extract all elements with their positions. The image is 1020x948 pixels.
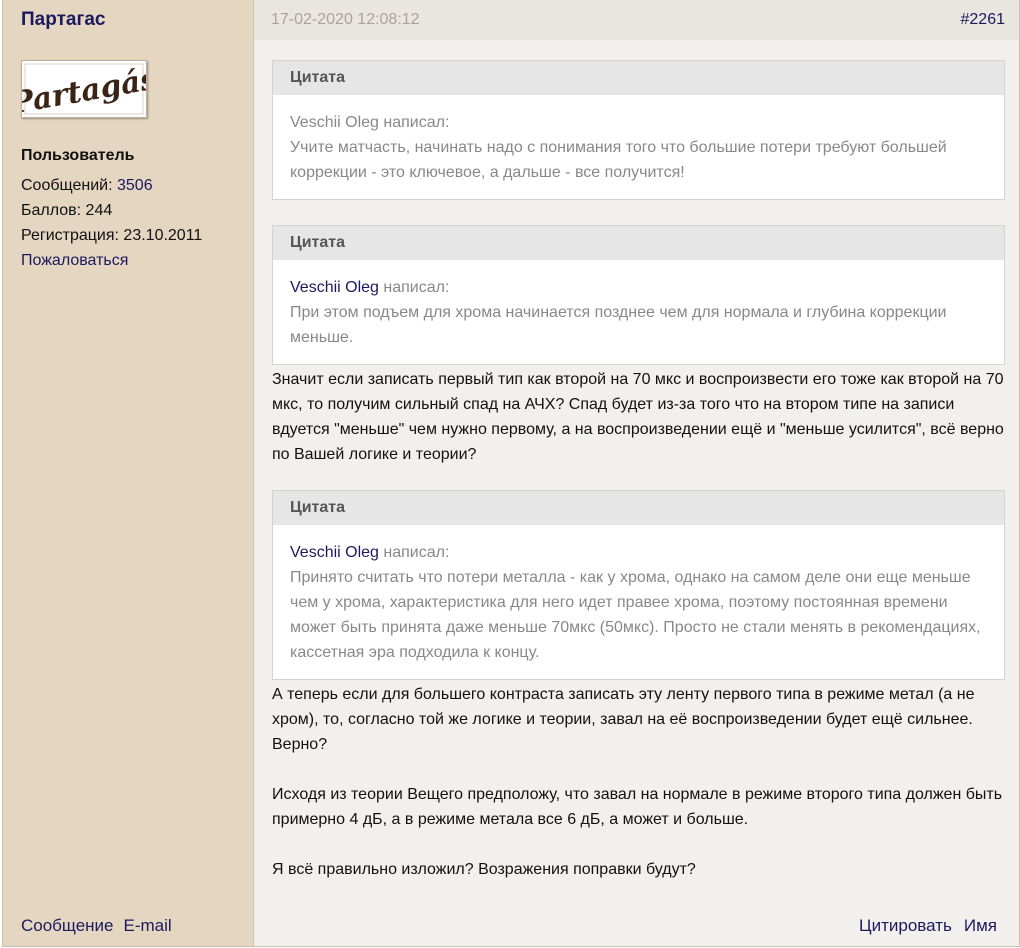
author-name-link[interactable]: Партагас <box>21 9 106 31</box>
post-date: 17-02-2020 12:08:12 <box>271 11 420 28</box>
quote-author: Veschii Oleg <box>290 114 379 131</box>
registration-line: Регистрация: 23.10.2011 <box>21 227 203 244</box>
forum-post: Партагас Partagás Пользователь Сообщений… <box>2 0 1020 947</box>
quote-wrote: написал: <box>378 114 450 131</box>
quote-body: Veschii Oleg написал: Учите матчасть, на… <box>273 95 1004 185</box>
report-link[interactable]: Пожаловаться <box>21 252 128 269</box>
message-link[interactable]: Сообщение <box>21 916 114 935</box>
post-paragraph: Я всё правильно изложил? Возражения попр… <box>272 861 696 878</box>
quote-header: Цитата <box>273 61 1004 95</box>
quote-text: Принято считать что потери металла - как… <box>290 569 981 661</box>
quote-text: Учите матчасть, начинать надо с понимани… <box>290 139 947 181</box>
report-line: Пожаловаться <box>21 252 128 270</box>
post-meta-bar: 17-02-2020 12:08:12 #2261 <box>254 0 1019 40</box>
post-number-link[interactable]: #2261 <box>961 11 1006 29</box>
quote-block: Цитата Veschii Oleg написал: При этом по… <box>272 225 1005 365</box>
author-sidebar: Партагас Partagás Пользователь Сообщений… <box>3 0 254 946</box>
post-paragraph: Значит если записать первый тип как втор… <box>272 371 1004 463</box>
quote-author-line: Veschii Oleg написал: <box>290 275 987 300</box>
quote-wrote: написал: <box>378 544 450 561</box>
user-role: Пользователь <box>21 147 135 164</box>
quote-header: Цитата <box>273 491 1004 525</box>
quote-author-line: Veschii Oleg написал: <box>290 110 987 135</box>
quote-block: Цитата Veschii Oleg написал: Учите матча… <box>272 60 1005 200</box>
quote-author-link[interactable]: Veschii Oleg <box>290 544 379 561</box>
author-footer-links: Сообщение E-mail <box>21 916 182 936</box>
messages-label: Сообщений: <box>21 177 117 194</box>
quote-author-link[interactable]: Veschii Oleg <box>290 279 379 296</box>
quote-block: Цитата Veschii Oleg написал: Принято счи… <box>272 490 1005 680</box>
post-paragraph: А теперь если для большего контраста зап… <box>272 686 975 753</box>
quote-body: Veschii Oleg написал: При этом подъем дл… <box>273 260 1004 350</box>
quote-header: Цитата <box>273 226 1004 260</box>
post-paragraph: Исходя из теории Вещего предположу, что … <box>272 786 1003 828</box>
quote-reply-link[interactable]: Цитировать <box>859 916 952 935</box>
insert-name-link[interactable]: Имя <box>964 916 997 935</box>
quote-author-line: Veschii Oleg написал: <box>290 540 987 565</box>
quote-text: При этом подъем для хрома начинается поз… <box>290 304 947 346</box>
partagas-logo-image: Partagás <box>22 61 146 117</box>
avatar: Partagás <box>21 60 147 118</box>
messages-count-link[interactable]: 3506 <box>117 177 153 194</box>
messages-count-line: Сообщений: 3506 <box>21 177 153 195</box>
post-main: 17-02-2020 12:08:12 #2261 Цитата Veschii… <box>254 0 1019 946</box>
points-line: Баллов: 244 <box>21 202 113 219</box>
quote-wrote: написал: <box>378 279 450 296</box>
post-footer-links: Цитировать Имя <box>847 916 997 936</box>
quote-body: Veschii Oleg написал: Принято считать чт… <box>273 525 1004 665</box>
email-link[interactable]: E-mail <box>124 916 172 935</box>
